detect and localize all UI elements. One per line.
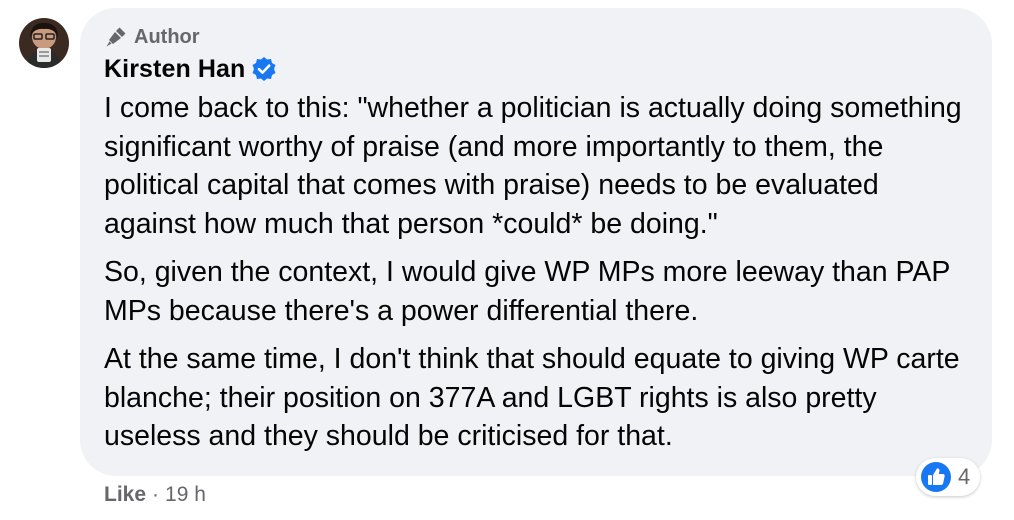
separator: ·	[152, 483, 160, 506]
comment-text: I come back to this: "whether a politici…	[104, 89, 968, 456]
like-reaction-icon	[920, 461, 952, 493]
comment-actions: Like · 19 h	[104, 480, 206, 510]
reaction-count: 4	[958, 464, 971, 489]
like-button[interactable]: Like	[104, 483, 146, 507]
comment-paragraph: I come back to this: "whether a politici…	[104, 92, 962, 240]
microphone-icon	[104, 25, 128, 49]
reaction-summary[interactable]: 4	[916, 458, 981, 496]
comment-paragraph: At the same time, I don't think that sho…	[104, 343, 960, 452]
author-badge: Author	[104, 24, 968, 50]
author-name[interactable]: Kirsten Han	[104, 55, 245, 84]
avatar-image	[19, 18, 69, 68]
comment-bubble: Author Kirsten Han I come back to this: …	[80, 8, 992, 476]
avatar[interactable]	[19, 18, 69, 68]
verified-badge-icon	[251, 56, 277, 82]
author-badge-label: Author	[134, 25, 200, 48]
timestamp[interactable]: 19 h	[165, 483, 206, 507]
comment-paragraph: So, given the context, I would give WP M…	[104, 256, 950, 327]
